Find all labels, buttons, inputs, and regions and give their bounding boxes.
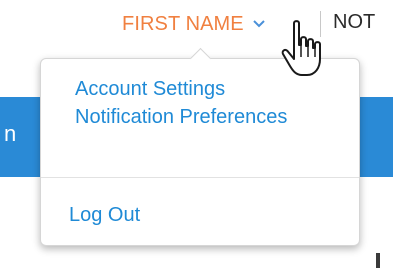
user-dropdown-menu: Account Settings Notification Preference…	[40, 47, 360, 246]
banner-partial-text: n	[4, 121, 17, 146]
menu-section-settings: Account Settings Notification Preference…	[41, 75, 359, 131]
menu-section-logout: Log Out	[41, 201, 359, 229]
menu-item-notification-preferences[interactable]: Notification Preferences	[75, 103, 359, 131]
background-content-right	[372, 238, 393, 268]
background-banner-left: n	[0, 97, 40, 177]
user-menu-trigger[interactable]: FIRST NAME	[122, 10, 266, 38]
background-content-mark	[376, 253, 380, 268]
chevron-down-icon	[253, 20, 265, 28]
menu-divider	[41, 177, 359, 178]
hand-pointer-cursor-icon	[281, 20, 321, 76]
background-banner-right	[360, 97, 393, 177]
nav-item-partial[interactable]: NOT	[333, 11, 375, 34]
user-name-label: FIRST NAME	[122, 12, 244, 35]
menu-item-log-out[interactable]: Log Out	[69, 201, 359, 229]
